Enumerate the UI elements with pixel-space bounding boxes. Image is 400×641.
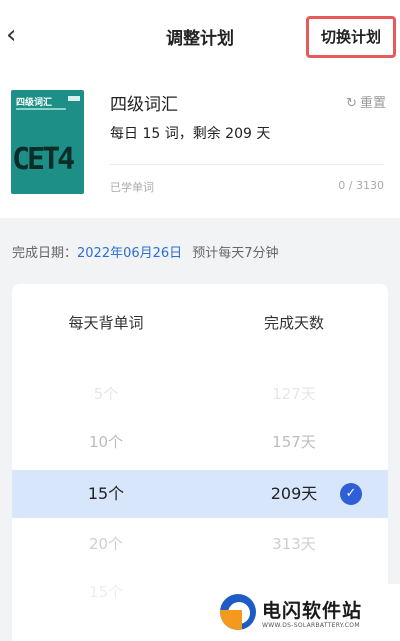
reset-button[interactable]: ↻ 重置 xyxy=(346,92,386,111)
option-words: 15个 xyxy=(88,583,124,601)
book-cover: 四级词汇 CET4 xyxy=(11,90,84,194)
switch-plan-button[interactable]: 切换计划 xyxy=(306,16,396,58)
divider xyxy=(110,164,384,165)
plan-option-row[interactable]: 5个 127天 xyxy=(12,370,388,418)
cover-logo-text: CET4 xyxy=(12,142,75,177)
column-header-days: 完成天数 xyxy=(263,314,324,332)
option-words: 10个 xyxy=(88,433,124,451)
book-card: 四级词汇 CET4 四级词汇 ↻ 重置 每日 15 词，剩余 209 天 已学单词… xyxy=(0,72,400,218)
option-words: 5个 xyxy=(93,385,119,403)
option-days: 313天 xyxy=(272,535,316,553)
watermark-name: 电闪软件站 xyxy=(262,600,363,622)
cover-title: 四级词汇 xyxy=(16,98,53,108)
option-days: 127天 xyxy=(272,385,316,403)
reset-label: 重置 xyxy=(359,96,386,111)
header-bar: ‹ 调整计划 切换计划 xyxy=(0,0,400,72)
daily-plan-info: 每日 15 词，剩余 209 天 xyxy=(110,126,271,142)
lightning-logo-icon xyxy=(220,594,256,630)
plan-option-row[interactable]: 20个 313天 xyxy=(12,520,388,568)
column-header-words: 每天背单词 xyxy=(68,314,144,332)
completion-label: 完成日期： xyxy=(12,246,78,261)
learned-label: 已学单词 xyxy=(110,181,154,194)
learned-count: 0 / 3130 xyxy=(338,179,384,192)
estimate-time: 预计每天7分钟 xyxy=(192,246,279,261)
cover-tag xyxy=(68,96,80,101)
watermark-url: WWW.DS-SOLARBATTERY.COM xyxy=(262,622,360,629)
completion-info: 完成日期：2022年06月26日 预计每天7分钟 xyxy=(12,242,278,261)
watermark-logo: 电闪软件站 WWW.DS-SOLARBATTERY.COM xyxy=(206,584,400,641)
option-words: 20个 xyxy=(88,535,124,553)
check-circle-icon: ✓ xyxy=(340,483,362,505)
option-days: 157天 xyxy=(272,433,316,451)
plan-option-row[interactable]: 10个 157天 xyxy=(12,418,388,466)
cover-subline xyxy=(16,108,66,110)
plan-option-row-selected[interactable]: 15个 209天 ✓ xyxy=(12,470,388,518)
refresh-icon: ↻ xyxy=(346,96,357,111)
option-words: 15个 xyxy=(87,484,125,503)
completion-date: 2022年06月26日 xyxy=(77,246,183,261)
book-name: 四级词汇 xyxy=(110,95,178,115)
